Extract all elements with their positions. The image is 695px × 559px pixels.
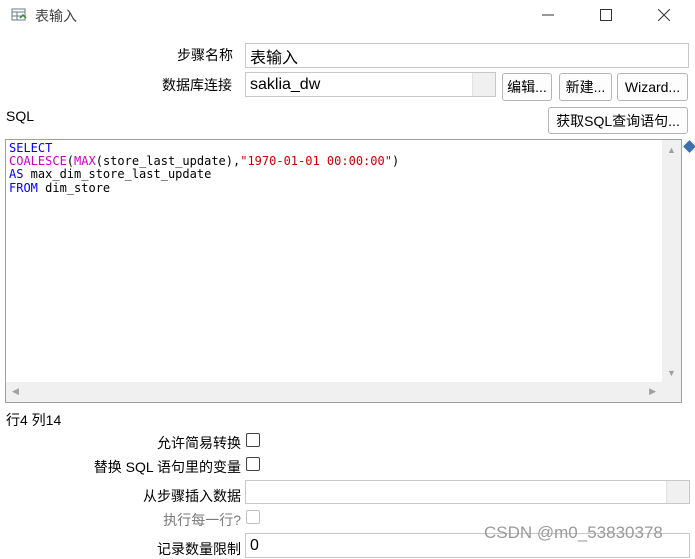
get-sql-button[interactable]: 获取SQL查询语句...: [548, 107, 688, 134]
code-token: MAX: [74, 154, 96, 169]
new-connection-button[interactable]: 新建...: [559, 73, 612, 101]
code-token: FROM: [9, 180, 38, 195]
minimize-icon: [542, 14, 554, 16]
close-button[interactable]: [641, 0, 687, 30]
step-name-label: 步骤名称: [177, 47, 233, 63]
limit-value: 0: [250, 536, 259, 554]
code-token: dim_store: [37, 180, 111, 195]
limit-label: 记录数量限制: [157, 541, 241, 557]
horizontal-scrollbar[interactable]: ◀ ▶: [6, 382, 662, 402]
edit-connection-button[interactable]: 编辑...: [502, 73, 552, 101]
sql-code[interactable]: SELECT COALESCE(MAX(store_last_update),"1…: [9, 141, 400, 195]
vertical-scrollbar[interactable]: ▲ ▼: [662, 140, 681, 382]
variable-indicator-icon: [681, 138, 695, 155]
lazy-conversion-checkbox[interactable]: [246, 433, 260, 447]
cursor-position: 行4 列14: [6, 412, 62, 428]
execute-each-row-checkbox[interactable]: [246, 510, 260, 524]
code-token: ): [391, 154, 400, 169]
code-token: max_dim_store_last_update: [23, 167, 212, 182]
connection-select[interactable]: saklia_dw: [245, 72, 496, 97]
code-token: COALESCE: [9, 154, 67, 169]
maximize-icon: [600, 9, 612, 21]
connection-label: 数据库连接: [162, 77, 232, 93]
code-line[interactable]: FROM dim_store: [9, 180, 399, 195]
scroll-right-icon[interactable]: ▶: [649, 386, 656, 397]
scroll-left-icon[interactable]: ◀: [12, 386, 19, 397]
sql-label: SQL: [6, 108, 35, 124]
replace-variables-checkbox[interactable]: [246, 457, 260, 471]
code-token: AS: [9, 167, 24, 182]
code-token: "1970-01-01 00:00:00": [240, 154, 392, 169]
replace-variables-label: 替换 SQL 语句里的变量: [93, 459, 241, 475]
maximize-button[interactable]: [583, 0, 629, 30]
window-title: 表输入: [35, 8, 77, 24]
sql-editor[interactable]: SELECT COALESCE(MAX(store_last_update),"1…: [5, 139, 682, 403]
wizard-button[interactable]: Wizard...: [617, 73, 688, 101]
scroll-up-icon[interactable]: ▲: [667, 145, 676, 155]
insert-from-step-label: 从步骤插入数据: [143, 488, 241, 504]
close-icon: [658, 9, 670, 21]
scroll-down-icon[interactable]: ▼: [667, 368, 676, 378]
minimize-button[interactable]: [525, 0, 571, 30]
watermark: CSDN @m0_53830378: [484, 523, 663, 542]
dropdown-arrow[interactable]: [472, 73, 495, 96]
code-token: (store_last_update),: [95, 154, 241, 169]
dropdown-arrow[interactable]: [666, 481, 689, 503]
step-name-value: 表输入: [250, 49, 299, 67]
scroll-corner: [662, 382, 681, 402]
execute-each-row-label: 执行每一行?: [163, 512, 241, 528]
code-token: (: [66, 154, 75, 169]
code-token: SELECT: [9, 141, 53, 155]
step-name-input[interactable]: 表输入: [245, 43, 689, 68]
insert-from-step-select[interactable]: [245, 480, 690, 504]
table-input-icon: [11, 8, 27, 21]
connection-value: saklia_dw: [250, 75, 321, 93]
lazy-conversion-label: 允许简易转换: [157, 435, 241, 451]
